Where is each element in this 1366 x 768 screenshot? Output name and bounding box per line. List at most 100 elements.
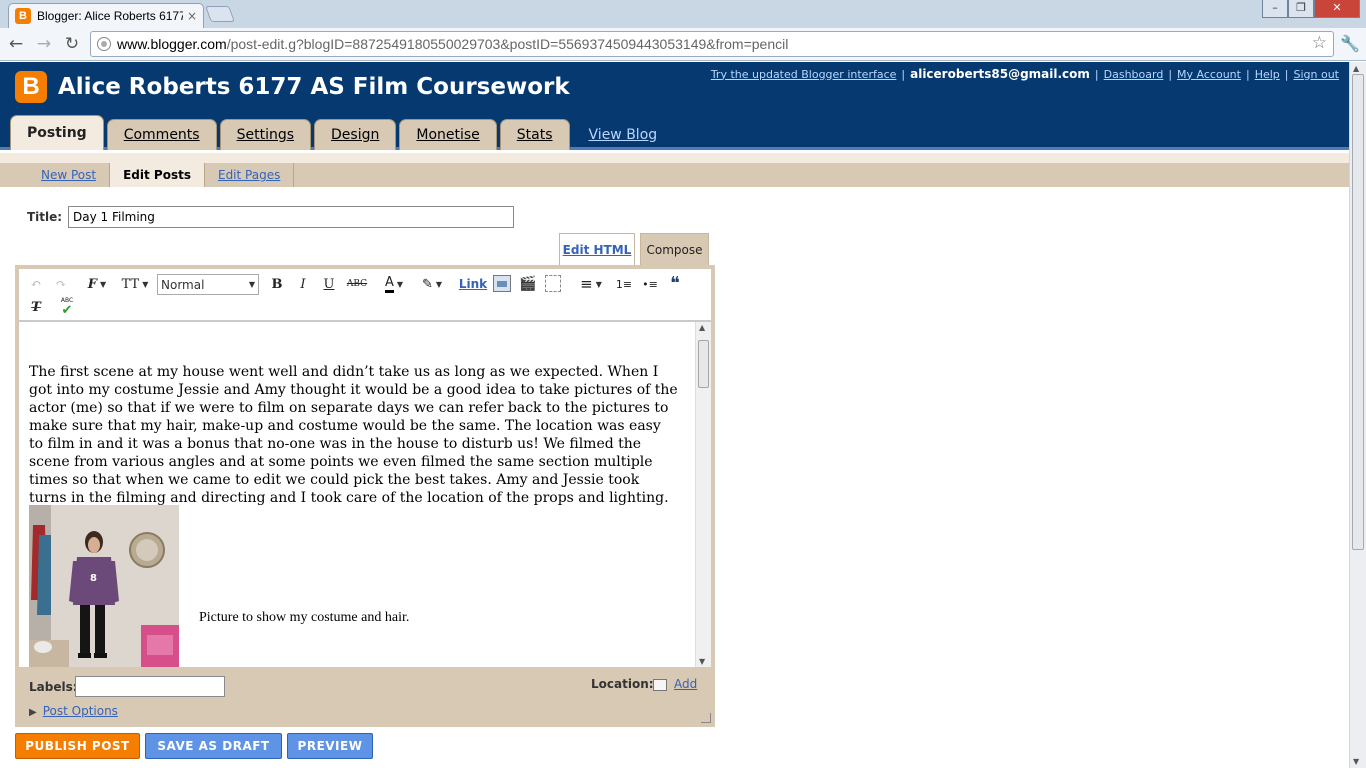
- maximize-icon[interactable]: ❐: [1288, 0, 1314, 18]
- browser-tab[interactable]: B Blogger: Alice Roberts 6177 ... ×: [8, 3, 204, 28]
- labels-label: Labels:: [29, 680, 78, 694]
- account-email: aliceroberts85@gmail.com: [910, 67, 1090, 81]
- chevron-down-icon: ▼: [142, 279, 149, 289]
- post-body-text[interactable]: The first scene at my house went well an…: [29, 363, 679, 507]
- expand-triangle-icon: ▶: [29, 707, 37, 718]
- bold-icon[interactable]: B: [269, 274, 285, 294]
- scroll-down-icon[interactable]: ▼: [1353, 757, 1359, 766]
- link-button[interactable]: Link: [459, 274, 487, 294]
- insert-video-icon[interactable]: 🎬: [519, 274, 537, 294]
- highlight-glyph: ✎: [421, 276, 433, 292]
- font-family-icon[interactable]: F ▼: [82, 274, 112, 294]
- italic-icon[interactable]: I: [295, 274, 311, 294]
- editor-scroll-thumb[interactable]: [698, 340, 709, 388]
- highlight-icon[interactable]: ✎ ▼: [417, 274, 447, 294]
- svg-text:8: 8: [90, 573, 97, 584]
- text-color-glyph: A: [384, 275, 394, 293]
- check-icon: ✔: [61, 302, 73, 318]
- numbered-list-icon[interactable]: 1≡: [614, 274, 634, 294]
- align-icon[interactable]: ≡ ▼: [576, 274, 606, 294]
- font-size-glyph: TT: [121, 276, 140, 292]
- insert-image-icon[interactable]: [493, 275, 511, 292]
- view-blog-link[interactable]: View Blog: [573, 119, 674, 150]
- window-close-icon[interactable]: ✕: [1314, 0, 1360, 18]
- tab-posting[interactable]: Posting: [10, 115, 104, 150]
- wrench-icon[interactable]: 🔧: [1340, 34, 1360, 53]
- text-color-icon[interactable]: A ▼: [379, 274, 409, 294]
- save-as-draft-button[interactable]: SAVE AS DRAFT: [145, 733, 282, 759]
- tab-design[interactable]: Design: [314, 119, 397, 150]
- post-options-label: Post Options: [42, 704, 118, 718]
- jump-break-icon[interactable]: [545, 275, 561, 292]
- title-input[interactable]: [68, 206, 514, 228]
- align-glyph: ≡: [580, 275, 593, 293]
- browser-tabstrip: B Blogger: Alice Roberts 6177 ... × – ❐ …: [0, 0, 1366, 28]
- remove-formatting-icon[interactable]: T: [27, 297, 45, 317]
- spellcheck-icon[interactable]: ABC ✔: [56, 295, 78, 319]
- sub-tabs: New Post Edit Posts Edit Pages: [0, 163, 1349, 187]
- page-scroll-thumb[interactable]: [1352, 74, 1364, 550]
- costume-photo[interactable]: 8: [29, 505, 179, 667]
- new-tab-button[interactable]: [205, 6, 235, 22]
- page-icon: [97, 37, 111, 51]
- bookmark-star-icon[interactable]: ☆: [1312, 33, 1327, 53]
- separator: |: [901, 67, 906, 81]
- add-location-link[interactable]: Add: [674, 677, 697, 691]
- reload-icon[interactable]: ↻: [61, 33, 83, 55]
- tab-close-icon[interactable]: ×: [187, 9, 197, 23]
- my-account-link[interactable]: My Account: [1177, 68, 1241, 81]
- tab-stats[interactable]: Stats: [499, 119, 570, 150]
- url-text[interactable]: www.blogger.com/post-edit.g?blogID=88725…: [117, 36, 788, 52]
- chevron-down-icon: ▼: [435, 279, 443, 289]
- sign-out-link[interactable]: Sign out: [1293, 68, 1339, 81]
- scroll-up-icon[interactable]: ▲: [699, 323, 705, 332]
- help-link[interactable]: Help: [1255, 68, 1280, 81]
- post-options-toggle[interactable]: ▶ Post Options: [29, 704, 118, 718]
- dashboard-link[interactable]: Dashboard: [1104, 68, 1164, 81]
- browser-tab-title: Blogger: Alice Roberts 6177 ...: [37, 9, 183, 23]
- resize-handle-icon[interactable]: [701, 713, 711, 723]
- editor-scrollbar[interactable]: ▲ ▼: [695, 322, 711, 667]
- chevron-down-icon: ▼: [396, 279, 404, 289]
- editor-toolbar: ↶ ↷ F ▼ TT ▼ Normal ▼ B I U ABC A ▼ ✎ ▼ Link …: [19, 269, 711, 321]
- bullet-list-icon[interactable]: •≡: [640, 274, 660, 294]
- blogger-favicon-icon: B: [15, 8, 31, 24]
- redo-icon[interactable]: ↷: [52, 274, 70, 294]
- blockquote-icon[interactable]: ❝: [666, 273, 684, 294]
- url-host: www.blogger.com: [117, 36, 227, 52]
- tab-edit-html[interactable]: Edit HTML: [559, 233, 635, 265]
- blogger-logo-icon[interactable]: B: [15, 71, 47, 103]
- subtab-edit-posts[interactable]: Edit Posts: [110, 163, 205, 187]
- address-bar[interactable]: www.blogger.com/post-edit.g?blogID=88725…: [90, 31, 1334, 57]
- page-scrollbar[interactable]: ▲ ▼: [1349, 62, 1366, 768]
- font-size-icon[interactable]: TT ▼: [118, 274, 152, 294]
- back-icon[interactable]: ←: [5, 33, 27, 55]
- scroll-down-icon[interactable]: ▼: [699, 657, 705, 666]
- labels-input[interactable]: [75, 676, 225, 697]
- format-select[interactable]: Normal ▼: [157, 274, 259, 295]
- tab-compose[interactable]: Compose: [640, 233, 709, 265]
- browser-toolbar: ← → ↻ www.blogger.com/post-edit.g?blogID…: [0, 28, 1366, 61]
- editor-footer: Labels: Location: Add ▶ Post Options: [17, 667, 713, 725]
- image-caption: Picture to show my costume and hair.: [199, 610, 410, 625]
- publish-post-button[interactable]: PUBLISH POST: [15, 733, 140, 759]
- strikethrough-icon[interactable]: ABC: [346, 274, 368, 294]
- underline-icon[interactable]: U: [321, 274, 337, 294]
- editor-body[interactable]: The first scene at my house went well an…: [19, 322, 711, 667]
- try-updated-interface-link[interactable]: Try the updated Blogger interface: [711, 68, 897, 81]
- preview-button[interactable]: PREVIEW: [287, 733, 373, 759]
- tab-settings[interactable]: Settings: [219, 119, 312, 150]
- forward-icon[interactable]: →: [33, 33, 55, 55]
- chevron-down-icon: ▼: [595, 279, 602, 289]
- subtab-edit-pages[interactable]: Edit Pages: [205, 163, 295, 187]
- tab-monetise[interactable]: Monetise: [399, 119, 497, 150]
- minimize-icon[interactable]: –: [1262, 0, 1288, 18]
- font-icon-glyph: F: [87, 276, 98, 292]
- scroll-up-icon[interactable]: ▲: [1353, 64, 1359, 73]
- chevron-down-icon: ▼: [100, 279, 107, 289]
- format-select-value: Normal: [161, 277, 205, 292]
- undo-icon[interactable]: ↶: [27, 274, 45, 294]
- subtab-new-post[interactable]: New Post: [28, 163, 111, 187]
- tab-comments[interactable]: Comments: [106, 119, 217, 150]
- separator: |: [1245, 67, 1250, 81]
